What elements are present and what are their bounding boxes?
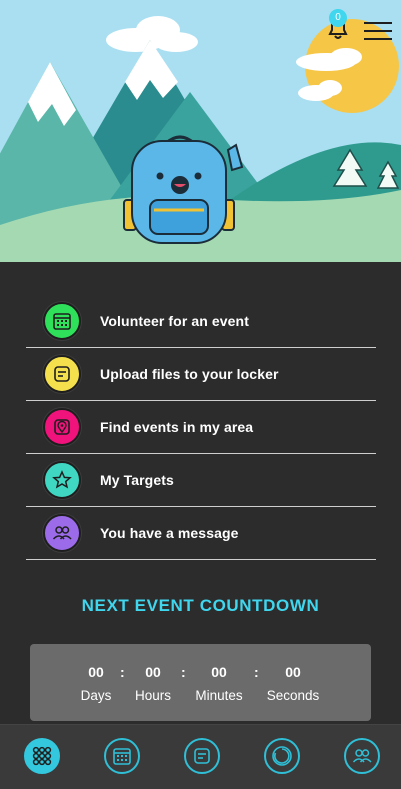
target-icon [272,746,292,766]
hamburger-menu-icon [364,22,392,40]
users-icon [352,749,372,763]
action-label: My Targets [100,472,174,488]
menu-button[interactable] [364,20,392,42]
nav-home[interactable] [24,738,60,774]
countdown-title: NEXT EVENT COUNTDOWN [81,596,320,615]
bottom-navigation [0,724,401,789]
nav-calendar[interactable] [104,738,140,774]
action-upload-files[interactable]: Upload files to your locker [26,348,376,401]
location-pin-icon [43,408,81,446]
calendar-icon [43,302,81,340]
nav-files[interactable] [184,738,220,774]
action-label: Find events in my area [100,419,254,435]
countdown-panel: 00 Days : 00 Hours : 00 Minutes : 00 Sec… [30,644,371,721]
notifications-button[interactable]: 0 [320,8,356,44]
countdown-minutes-value: 00 [211,664,227,680]
action-label: You have a message [100,525,239,541]
countdown-minutes-label: Minutes [195,688,243,703]
action-my-targets[interactable]: My Targets [26,454,376,507]
file-icon [194,748,210,764]
action-label: Upload files to your locker [100,366,279,382]
countdown-seconds-value: 00 [285,664,301,680]
nav-messages[interactable] [344,738,380,774]
file-icon [43,355,81,393]
users-icon [43,514,81,552]
nav-targets[interactable] [264,738,300,774]
star-icon [43,461,81,499]
countdown-seconds-label: Seconds [266,688,320,703]
action-list: Volunteer for an event Upload files to y… [26,295,376,560]
action-find-events[interactable]: Find events in my area [26,401,376,454]
action-volunteer[interactable]: Volunteer for an event [26,295,376,348]
calendar-icon [113,748,131,765]
countdown-minutes: 00 Minutes [179,664,259,703]
action-label: Volunteer for an event [100,313,249,329]
grid-dots-icon [32,746,52,766]
countdown-seconds: 00 Seconds [253,664,333,703]
notification-count-badge: 0 [329,9,347,27]
action-message[interactable]: You have a message [26,507,376,560]
